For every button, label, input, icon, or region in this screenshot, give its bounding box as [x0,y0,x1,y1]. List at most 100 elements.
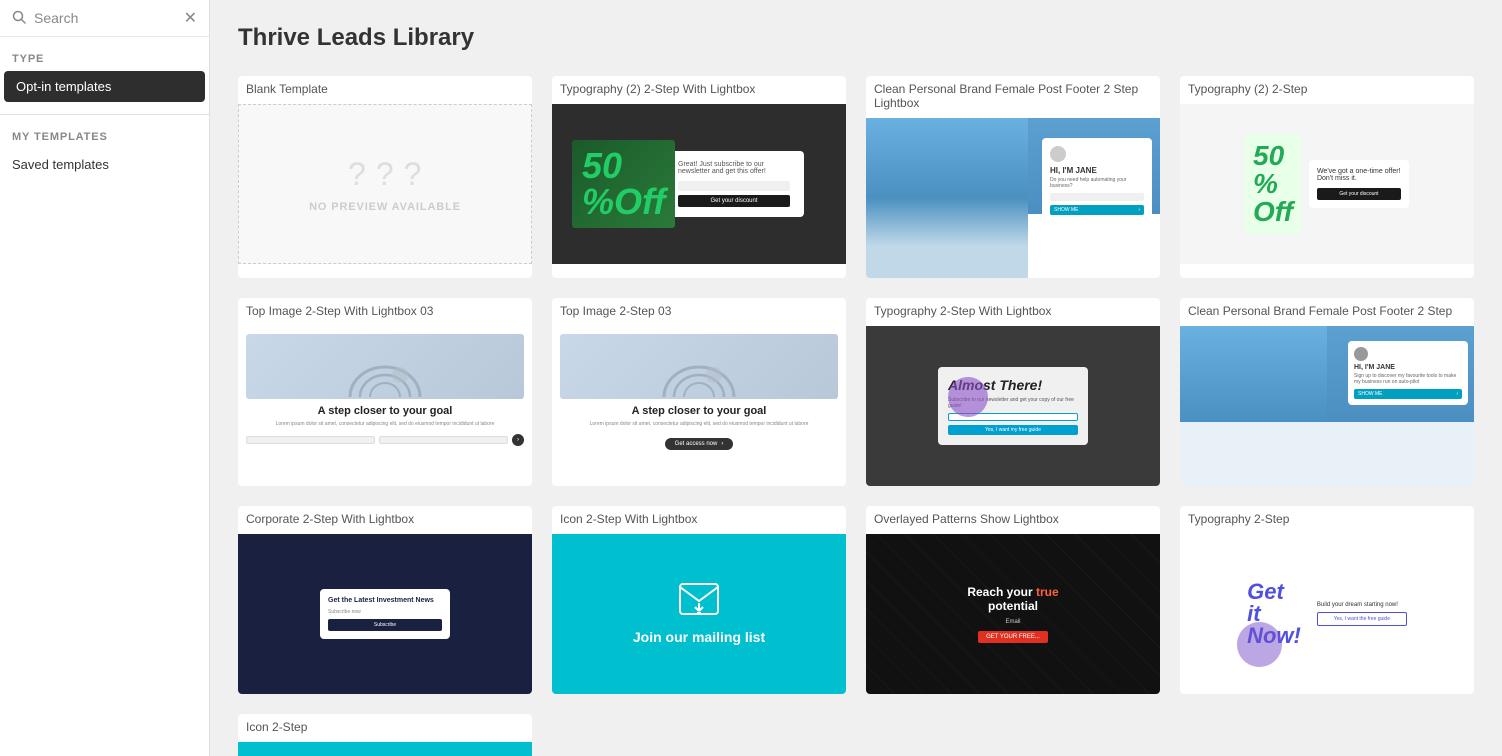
main-content: Thrive Leads Library Blank Template ? ? … [210,0,1502,756]
page-title: Thrive Leads Library [238,24,1474,52]
my-templates-label: MY TEMPLATES [0,127,209,149]
top-image-preview: A step closer to your goal Lorem ipsum d… [238,326,532,486]
template-preview: A step closer to your goal Lorem ipsum d… [552,326,846,486]
template-card-corporate[interactable]: Corporate 2-Step With Lightbox Get the L… [238,506,532,694]
cpb-preview: HI, I'M JANE Sign up to discover my favo… [1180,326,1474,486]
question-marks: ? ? ? [348,156,422,193]
free-guide-btn: Yes, I want the free guide [1317,612,1407,626]
typo2step2-preview: GetitNow! Build your dream starting now!… [1180,534,1474,694]
brand-preview: HI, I'M JANE Do you need help automating… [866,118,1160,278]
template-name: Clean Personal Brand Female Post Footer … [866,76,1160,118]
template-name: Icon 2-Step [238,714,532,742]
template-card-blank[interactable]: Blank Template ? ? ? NO PREVIEW AVAILABL… [238,76,532,278]
template-preview: A step closer to your goal Lorem ipsum d… [238,326,532,486]
sub-text: Do you need help automating your busines… [1050,177,1144,189]
template-preview: Join our mailing list [552,534,846,694]
cpb-card: HI, I'M JANE Sign up to discover my favo… [1348,341,1468,405]
name-email-row: › [246,434,524,446]
template-card-overlayed[interactable]: Overlayed Patterns Show Lightbox Reach y… [866,506,1160,694]
get-it-container: GetitNow! [1247,581,1301,647]
template-preview: Get the Latest Investment News Subscribe… [238,534,532,694]
template-preview: Almost There! Subscribe to our newslette… [866,326,1160,486]
fifty-off-badge: 50%Off [572,140,675,228]
template-name: Top Image 2-Step With Lightbox 03 [238,298,532,326]
template-name: Typography (2) 2-Step With Lightbox [552,76,846,104]
template-preview: Reach your truepotential Email GET YOUR … [866,534,1160,694]
template-name: Overlayed Patterns Show Lightbox [866,506,1160,534]
template-card-top-image-03[interactable]: Top Image 2-Step 03 A step closer to you… [552,298,846,486]
template-name: Typography 2-Step [1180,506,1474,534]
search-icon [12,10,26,27]
mail-icon [679,583,719,623]
search-bar[interactable]: Search ✕ [0,0,209,37]
templates-grid: Blank Template ? ? ? NO PREVIEW AVAILABL… [238,76,1474,756]
no-preview-text: NO PREVIEW AVAILABLE [309,201,461,213]
arch-image [246,334,524,399]
template-preview [238,742,532,756]
pattern-overlay [866,534,1160,694]
fifty-off-green: 50%Off [1245,134,1301,234]
step-closer-text: A step closer to your goal [632,405,767,417]
corp-title: Get the Latest Investment News [328,597,442,605]
template-preview: 50%Off Great! Just subscribe to our news… [552,104,846,264]
template-name: Top Image 2-Step 03 [552,298,846,326]
step-closer-text: A step closer to your goal [318,405,453,417]
cpb-photo [1180,326,1327,422]
photo-area [866,118,1028,278]
template-card-cpb-right[interactable]: Clean Personal Brand Female Post Footer … [1180,298,1474,486]
template-card-typo2step-right2[interactable]: Typography 2-Step GetitNow! Build your d… [1180,506,1474,694]
discount-title: We've got a one-time offer! Don't miss i… [1317,168,1401,182]
lorem-text: Lorem ipsum dolor sit amet, consectetur … [590,421,809,428]
template-preview: HI, I'M JANE Do you need help automating… [866,118,1160,278]
template-card-cpb-footer[interactable]: Clean Personal Brand Female Post Footer … [866,76,1160,278]
get-discount-btn: Get your discount [678,195,790,207]
template-name: Icon 2-Step With Lightbox [552,506,846,534]
discount-card: We've got a one-time offer! Don't miss i… [1309,160,1409,208]
corp-sub: Subscribe now [328,609,442,615]
join-mailing-text: Join our mailing list [633,629,765,646]
submit-arrow: › [512,434,524,446]
brand-bg: HI, I'M JANE Do you need help automating… [866,118,1160,278]
search-label: Search [34,10,78,26]
blob-purple [948,377,988,417]
sidebar: Search ✕ TYPE Opt-in templates MY TEMPLA… [0,0,210,756]
purple-blob [1237,622,1282,667]
arch-image [560,334,838,399]
sidebar-divider [0,114,209,115]
hi-text: HI, I'M JANE [1050,166,1144,175]
template-name: Clean Personal Brand Female Post Footer … [1180,298,1474,326]
cpb-sub: Sign up to discover my favourite tools t… [1354,373,1462,385]
corporate-preview: Get the Latest Investment News Subscribe… [238,534,532,694]
overlayed-preview: Reach your truepotential Email GET YOUR … [866,534,1160,694]
template-card-top-image-lightbox[interactable]: Top Image 2-Step With Lightbox 03 A step… [238,298,532,486]
get-access-btn: Get access now › [665,438,734,450]
lorem-text: Lorem ipsum dolor sit amet, consectetur … [276,421,495,428]
almost-there-card: Almost There! Subscribe to our newslette… [938,367,1088,445]
cpb-hi: HI, I'M JANE [1354,364,1462,371]
email-input [1050,193,1144,201]
template-preview: 50%Off We've got a one-time offer! Don't… [1180,104,1474,264]
top-image-03-preview: A step closer to your goal Lorem ipsum d… [552,326,846,486]
sidebar-item-saved[interactable]: Saved templates [0,149,209,180]
template-card-typo-lightbox-dark[interactable]: Typography 2-Step With Lightbox Almost T… [866,298,1160,486]
template-card-icon2step-lightbox[interactable]: Icon 2-Step With Lightbox Join our m [552,506,846,694]
typo-lightbox-dark: Almost There! Subscribe to our newslette… [866,326,1160,486]
name-input [246,436,375,444]
build-dream-text: Build your dream starting now! [1317,602,1407,608]
cpb-show-btn: SHOW ME › [1354,389,1462,399]
template-card-typo2-right[interactable]: Typography (2) 2-Step 50%Off We've got a… [1180,76,1474,278]
template-name: Blank Template [238,76,532,104]
template-name: Typography (2) 2-Step [1180,76,1474,104]
template-card-icon2step[interactable]: Icon 2-Step [238,714,532,756]
template-card-typo2-lightbox[interactable]: Typography (2) 2-Step With Lightbox 50%O… [552,76,846,278]
brand-card: HI, I'M JANE Do you need help automating… [1042,138,1152,223]
sidebar-item-optin[interactable]: Opt-in templates [4,71,205,102]
email-input [379,436,508,444]
blank-preview: ? ? ? NO PREVIEW AVAILABLE [238,104,532,264]
icon2step2-preview [238,742,532,756]
template-preview: HI, I'M JANE Sign up to discover my favo… [1180,326,1474,486]
show-btn: SHOW ME › [1050,205,1144,215]
template-name: Typography 2-Step With Lightbox [866,298,1160,326]
close-icon[interactable]: ✕ [184,8,197,28]
build-dream-card: Build your dream starting now! Yes, I wa… [1317,602,1407,626]
